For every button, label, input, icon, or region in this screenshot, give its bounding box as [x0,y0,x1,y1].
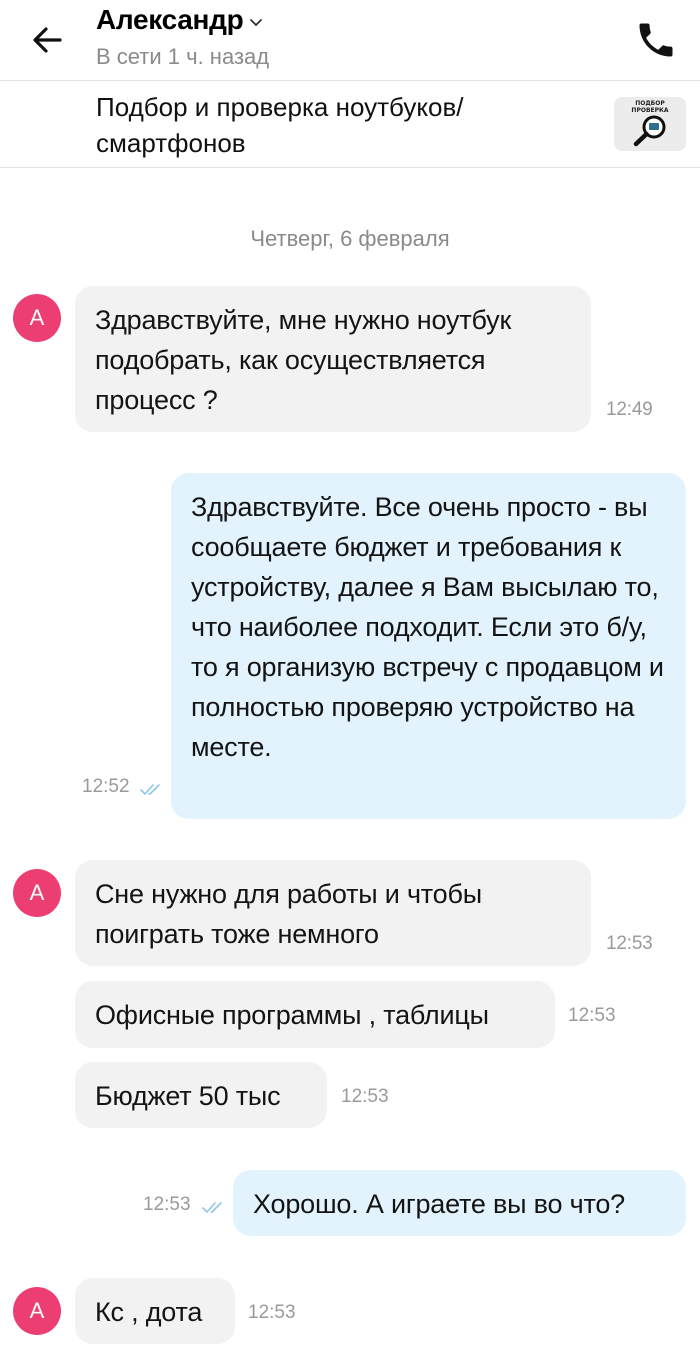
listing-thumbnail[interactable]: ПОДБОР ПРОВЕРКА [614,97,686,151]
read-ticks-icon [202,1202,222,1213]
magnifier-icon [633,115,666,147]
read-ticks-icon [140,784,160,795]
chevron-down-icon [250,19,263,27]
message-text: Здравствуйте. Все очень просто - вы сооб… [191,492,664,762]
message-text: Хорошо. А играете вы во что? [253,1189,625,1219]
thumb-caption: ПОДБОР [635,100,665,107]
message-text: Здравствуйте, мне нужно ноутбук подобрат… [95,305,512,415]
message-text: Кс , дота [95,1297,203,1327]
message-time: 12:52 [82,776,130,797]
message-time: 12:53 [248,1302,296,1323]
message-text: Бюджет 50 тыс [95,1081,281,1111]
message-time: 12:53 [341,1086,389,1107]
listing-title: Подбор и проверка ноутбуков/ смартфонов [96,92,464,158]
back-arrow-icon[interactable] [26,20,70,60]
contact-name: Александр [96,4,244,35]
online-status: В сети 1 ч. назад [96,44,270,69]
avatar[interactable]: А [13,1287,61,1335]
message-bubble-outgoing[interactable]: Хорошо. А играете вы во что? [233,1170,686,1236]
chat-header: Александр В сети 1 ч. назад [0,0,700,81]
phone-icon[interactable] [634,18,678,62]
message-time: 12:53 [606,933,653,954]
message-bubble-incoming[interactable]: Здравствуйте, мне нужно ноутбук подобрат… [75,286,653,432]
message-bubble-outgoing[interactable]: Здравствуйте. Все очень просто - вы сооб… [171,473,686,819]
message-bubble-incoming[interactable]: Бюджет 50 тыс [75,1062,327,1128]
message-text: Сне нужно для работы и чтобы поиграть то… [95,879,482,949]
message-time: 12:53 [143,1194,191,1215]
date-separator: Четверг, 6 февраля [250,226,450,251]
contact-name-button[interactable]: Александр [96,4,263,36]
avatar[interactable]: А [13,869,61,917]
message-bubble-incoming[interactable]: Кс , дота [75,1278,235,1344]
message-time: 12:53 [568,1005,616,1026]
avatar[interactable]: А [13,294,61,342]
message-time: 12:49 [606,399,653,420]
listing-bar[interactable]: Подбор и проверка ноутбуков/ смартфонов … [0,81,700,168]
message-bubble-incoming[interactable]: Офисные программы , таблицы [75,981,555,1048]
message-text: Офисные программы , таблицы [95,1000,489,1030]
message-bubble-incoming[interactable]: Сне нужно для работы и чтобы поиграть то… [75,860,653,966]
